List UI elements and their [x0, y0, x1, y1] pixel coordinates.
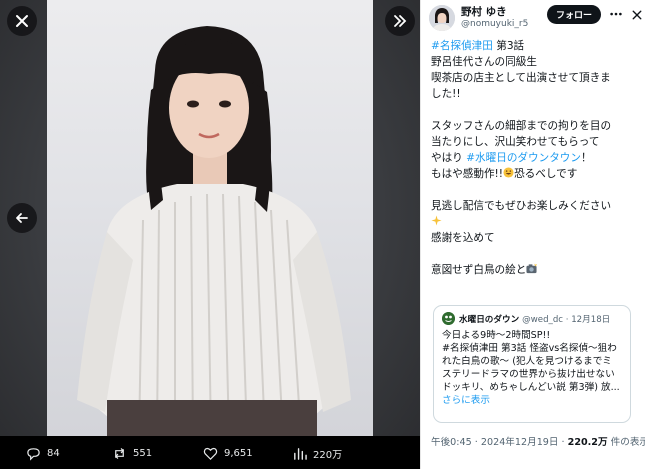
quoted-author-handle: @wed_dc · 12月18日: [522, 314, 611, 325]
close-icon: [16, 15, 28, 27]
frog-logo-icon: [442, 312, 455, 325]
body-line: 意図せず白鳥の絵と: [431, 262, 639, 278]
close-viewer-button[interactable]: [7, 6, 37, 36]
reply-button[interactable]: 84: [26, 446, 60, 461]
like-button[interactable]: 9,651: [203, 446, 253, 461]
body-line: 当たりにし、沢山笑わせてもらって: [431, 136, 600, 148]
close-icon: [632, 10, 642, 20]
quoted-line: 今日よる9時〜2時間SP!!: [442, 330, 551, 341]
action-bar: 84 551 9,651 220万: [0, 436, 420, 469]
heart-icon: [203, 447, 218, 460]
more-options-button[interactable]: [605, 4, 627, 24]
show-more-link[interactable]: さらに表示: [442, 394, 622, 407]
previous-media-button[interactable]: [7, 203, 37, 233]
body-line: した!!: [431, 88, 461, 100]
body-spacer: [431, 102, 639, 118]
body-text-span: やはり: [431, 152, 467, 164]
body-line: 感謝を込めて: [431, 232, 495, 244]
body-line: [431, 214, 639, 230]
camera-flash-emoji-icon: [526, 263, 538, 274]
grinning-emoji-icon: [503, 167, 514, 178]
views-count: 220万: [313, 450, 343, 461]
views-button[interactable]: 220万: [292, 446, 342, 461]
author-info: 野村 ゆき @nomuyuki_r5: [461, 6, 528, 30]
body-line: 野呂佳代さんの同級生: [431, 56, 537, 68]
body-line: 見逃し配信でもぜひお楽しみください: [431, 200, 612, 212]
double-chevron-right-icon: [394, 15, 407, 27]
post-view-count: 220.2万: [567, 437, 608, 448]
quoted-author-name: 水曜日のダウン: [459, 314, 520, 325]
body-line: #名探偵津田 第3話: [431, 38, 639, 54]
author-name[interactable]: 野村 ゆき: [461, 6, 528, 19]
post-author: 野村 ゆき @nomuyuki_r5 フォロー: [429, 2, 642, 34]
body-text-span: もはや感動作!!: [431, 168, 504, 180]
quoted-line: #名探偵津田 第3話 怪盗vs名探偵〜狙わ: [442, 343, 617, 354]
body-line: やはり #水曜日のダウンタウン！: [431, 150, 639, 166]
portrait-illustration: [77, 26, 351, 436]
quoted-line: ドッキリ、めちゃしんどい説 第3弾) 放...: [442, 382, 620, 393]
follow-button[interactable]: フォロー: [547, 5, 602, 24]
quoted-line: ステリードラマの世界から抜け出せない: [442, 369, 615, 380]
post-body: #名探偵津田 第3話 野呂佳代さんの同級生 喫茶店の店主として出演させて頂きま …: [431, 38, 639, 278]
body-line: 喫茶店の店主として出演させて頂きま: [431, 72, 611, 84]
repost-count: 551: [133, 448, 153, 459]
body-spacer: [431, 246, 639, 262]
arrow-left-icon: [16, 213, 28, 223]
body-text-span: 恐るべしです: [514, 168, 578, 180]
body-spacer: [431, 182, 639, 198]
avatar-image: [429, 5, 455, 31]
quoted-post-header: 水曜日のダウン @wed_dc · 12月18日: [442, 312, 622, 325]
author-avatar[interactable]: [429, 5, 455, 31]
expand-panel-button[interactable]: [385, 6, 415, 36]
post-metadata: 午後0:45 · 2024年12月19日 · 220.2万 件の表示: [431, 434, 645, 448]
views-suffix: 件の表示: [607, 437, 645, 448]
close-panel-button[interactable]: [627, 5, 645, 25]
post-timestamp[interactable]: 午後0:45 · 2024年12月19日 ·: [431, 437, 568, 448]
author-handle[interactable]: @nomuyuki_r5: [461, 19, 528, 30]
body-text-span: 意図せず白鳥の絵と: [431, 264, 527, 276]
hashtag-link[interactable]: #名探偵津田: [431, 40, 493, 52]
body-text-span: ！: [580, 152, 592, 164]
post-panel: 野村 ゆき @nomuyuki_r5 フォロー #名探偵津田 第3話 野呂佳代さ…: [420, 0, 645, 469]
quoted-line: れた白鳥の歌〜 (犯人を見つけるまでミ: [442, 356, 612, 367]
repost-button[interactable]: 551: [112, 446, 152, 461]
post-photo[interactable]: [47, 0, 373, 436]
quoted-author-avatar: [442, 312, 455, 325]
sparkles-emoji-icon: [431, 215, 442, 226]
reply-icon: [27, 448, 40, 461]
more-horizontal-icon: [610, 12, 622, 16]
quoted-post-body: 今日よる9時〜2時間SP!! #名探偵津田 第3話 怪盗vs名探偵〜狙わ れた白…: [442, 329, 622, 407]
quoted-post[interactable]: 水曜日のダウン @wed_dc · 12月18日 今日よる9時〜2時間SP!! …: [433, 305, 631, 423]
repost-icon: [114, 448, 125, 459]
views-chart-icon: [294, 448, 307, 460]
like-count: 9,651: [224, 448, 253, 459]
hashtag-link[interactable]: #水曜日のダウンタウン: [466, 152, 581, 164]
body-text-span: 第3話: [492, 40, 525, 52]
reply-count: 84: [47, 448, 60, 459]
media-viewer: 84 551 9,651 220万: [0, 0, 420, 469]
body-line: もはや感動作!! 恐るべしです: [431, 166, 639, 182]
body-line: スタッフさんの細部までの拘りを目の: [431, 120, 612, 132]
